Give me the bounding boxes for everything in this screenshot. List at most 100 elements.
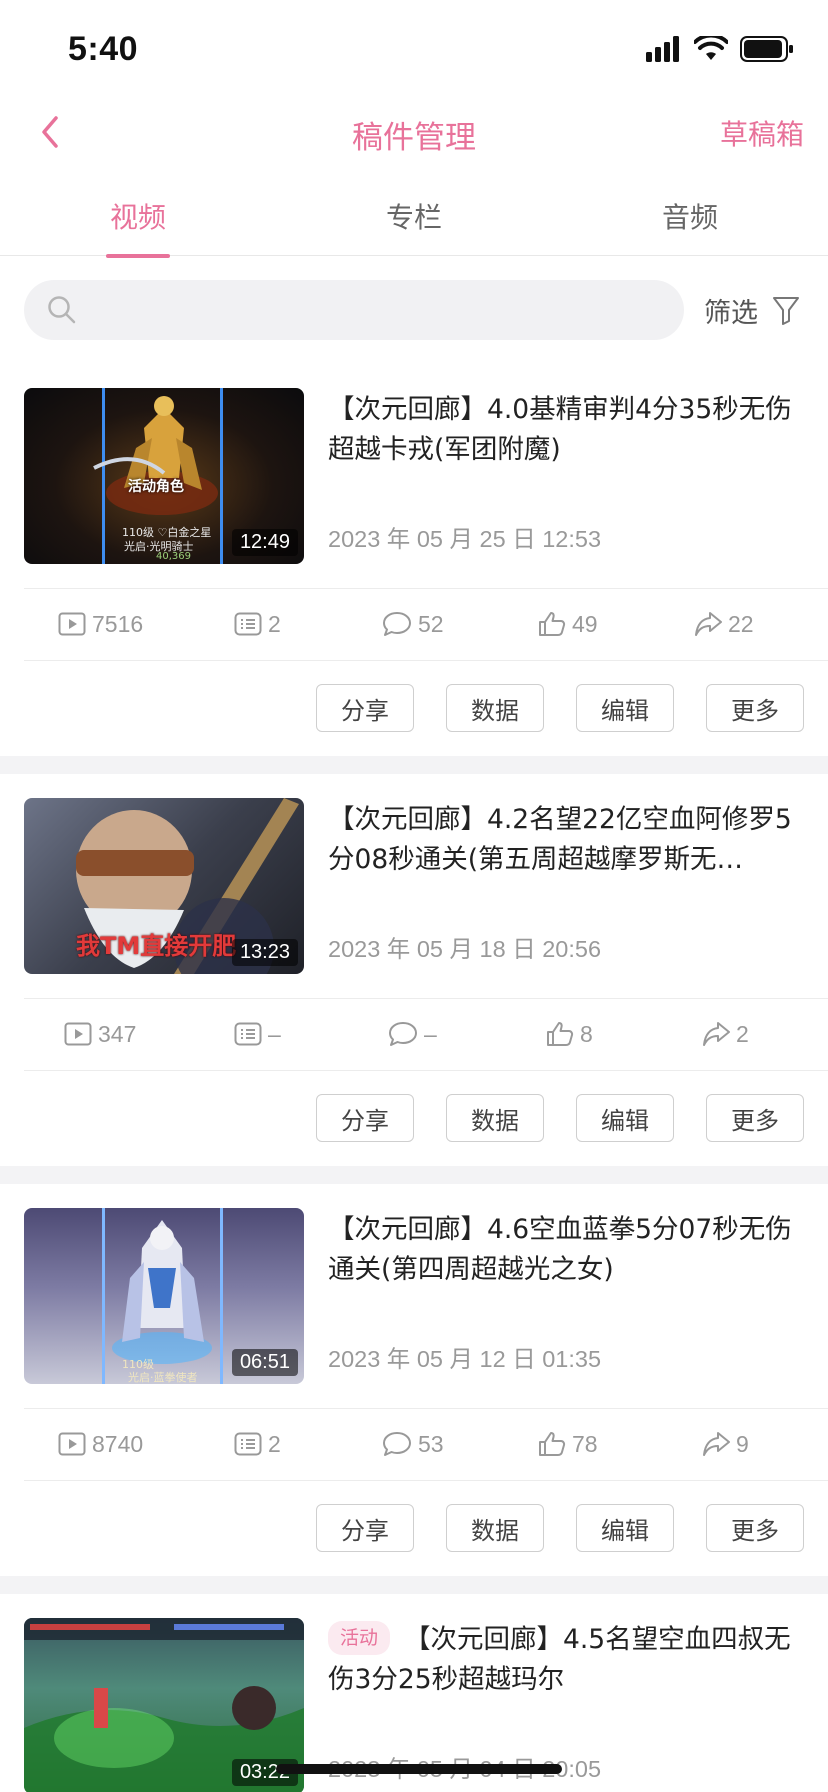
thumbs-up-icon xyxy=(539,1432,566,1456)
video-title[interactable]: 【次元回廊】4.0基精审判4分35秒无伤超越卡戎(军团附魔) xyxy=(328,390,798,470)
thumb-caption: 我TM直接开肥 xyxy=(76,932,237,960)
share-button[interactable]: 分享 xyxy=(316,1504,414,1552)
home-indicator xyxy=(276,1764,562,1774)
play-icon xyxy=(58,612,86,636)
share-icon xyxy=(695,612,722,636)
share-button[interactable]: 分享 xyxy=(316,1094,414,1142)
stat-comments: 53 xyxy=(382,1422,444,1466)
divider xyxy=(24,660,828,661)
card-separator xyxy=(0,756,828,774)
more-button[interactable]: 更多 xyxy=(706,1504,804,1552)
comment-icon xyxy=(383,612,411,636)
share-button[interactable]: 分享 xyxy=(316,684,414,732)
share-icon xyxy=(703,1432,730,1456)
video-date: 2023 年 05 月 25 日 12:53 xyxy=(328,526,602,552)
search-row: 筛选 xyxy=(0,280,828,342)
stat-comments: – xyxy=(388,1012,437,1056)
tab-label: 视频 xyxy=(109,201,166,234)
stat-danmaku: 2 xyxy=(234,1422,281,1466)
video-title[interactable]: 【次元回廊】4.6空血蓝拳5分07秒无伤通关(第四周超越光之女) xyxy=(328,1210,798,1290)
video-title[interactable]: 【次元回廊】4.2名望22亿空血阿修罗5分08秒通关(第五周超越摩罗斯无… xyxy=(328,800,798,880)
stat-shares: 9 xyxy=(702,1422,749,1466)
thumb-caption: 光启·蓝拳使者 xyxy=(128,1371,198,1384)
danmaku-icon xyxy=(234,1022,262,1046)
divider xyxy=(24,1408,828,1409)
stat-shares: 2 xyxy=(702,1012,749,1056)
video-stats: 347 – – 8 2 xyxy=(0,1012,828,1056)
search-box[interactable] xyxy=(24,280,684,340)
video-thumbnail[interactable]: 110级 光启·蓝拳使者 06:51 xyxy=(24,1208,304,1384)
comment-icon xyxy=(389,1022,417,1046)
video-card: 110级 光启·蓝拳使者 06:51 【次元回廊】4.6空血蓝拳5分07秒无伤通… xyxy=(0,1208,828,1600)
share-icon xyxy=(703,1022,730,1046)
video-duration: 06:51 xyxy=(231,1349,298,1376)
activity-tag: 活动 xyxy=(328,1621,391,1655)
video-thumbnail[interactable]: 活动角色 110级 ♡白金之星 光启·光明骑士 40,369 12:49 xyxy=(24,388,304,564)
thumb-caption: 活动角色 xyxy=(128,479,184,495)
edit-button[interactable]: 编辑 xyxy=(576,1094,674,1142)
stat-shares: 22 xyxy=(694,602,754,646)
thumbs-up-icon xyxy=(539,612,566,636)
wifi-icon xyxy=(694,36,728,60)
thumbs-up-icon xyxy=(547,1022,574,1046)
divider xyxy=(24,588,828,589)
stat-danmaku: 2 xyxy=(234,602,281,646)
danmaku-icon xyxy=(234,1432,262,1456)
search-input[interactable] xyxy=(90,280,670,340)
video-title-text: 【次元回廊】4.5名望空血四叔无伤3分25秒超越玛尔 xyxy=(328,1624,791,1695)
play-icon xyxy=(64,1022,92,1046)
tab-column[interactable]: 专栏 xyxy=(334,196,494,256)
stat-likes: 8 xyxy=(546,1012,593,1056)
data-button[interactable]: 数据 xyxy=(446,684,544,732)
video-duration: 12:49 xyxy=(231,529,298,556)
drafts-button[interactable]: 草稿箱 xyxy=(720,113,804,153)
filter-button[interactable]: 筛选 xyxy=(704,290,800,330)
thumb-caption: 40,369 xyxy=(156,551,191,562)
video-card: 我TM直接开肥 13:23 【次元回廊】4.2名望22亿空血阿修罗5分08秒通关… xyxy=(0,798,828,1190)
more-button[interactable]: 更多 xyxy=(706,1094,804,1142)
edit-button[interactable]: 编辑 xyxy=(576,684,674,732)
video-stats: 7516 2 52 49 22 xyxy=(0,602,828,646)
video-title[interactable]: 活动 【次元回廊】4.5名望空血四叔无伤3分25秒超越玛尔 xyxy=(328,1620,798,1700)
tab-label: 音频 xyxy=(661,201,718,234)
stat-views: 7516 xyxy=(58,602,143,646)
video-title-text: 【次元回廊】4.0基精审判4分35秒无伤超越卡戎(军团附魔) xyxy=(328,394,792,465)
video-stats: 8740 2 53 78 9 xyxy=(0,1422,828,1466)
card-separator xyxy=(0,1166,828,1184)
edit-button[interactable]: 编辑 xyxy=(576,1504,674,1552)
data-button[interactable]: 数据 xyxy=(446,1094,544,1142)
stat-likes: 49 xyxy=(538,602,598,646)
page-title: 稿件管理 xyxy=(352,120,476,156)
video-thumbnail[interactable]: 我TM直接开肥 13:23 xyxy=(24,798,304,974)
play-icon xyxy=(58,1432,86,1456)
tab-label: 专栏 xyxy=(385,201,442,234)
video-title-text: 【次元回廊】4.2名望22亿空血阿修罗5分08秒通关(第五周超越摩罗斯无… xyxy=(328,804,792,875)
tab-video[interactable]: 视频 xyxy=(58,196,218,258)
video-title-text: 【次元回廊】4.6空血蓝拳5分07秒无伤通关(第四周超越光之女) xyxy=(328,1214,792,1285)
search-icon xyxy=(48,296,76,324)
stat-views: 8740 xyxy=(58,1422,143,1466)
filter-icon xyxy=(773,297,799,325)
tab-audio[interactable]: 音频 xyxy=(610,196,770,256)
divider xyxy=(24,1070,828,1071)
divider xyxy=(24,998,828,999)
nav-bar: 稿件管理 草稿箱 xyxy=(0,96,828,170)
tab-active-indicator xyxy=(106,254,170,258)
battery-icon xyxy=(740,36,793,62)
video-card: 活动角色 110级 ♡白金之星 光启·光明骑士 40,369 12:49 【次元… xyxy=(0,388,828,780)
danmaku-icon xyxy=(234,612,262,636)
comment-icon xyxy=(383,1432,411,1456)
stat-likes: 78 xyxy=(538,1422,598,1466)
stat-comments: 52 xyxy=(382,602,444,646)
video-thumbnail[interactable]: 03:22 xyxy=(24,1618,304,1792)
status-time: 5:40 xyxy=(68,30,139,68)
video-duration: 13:23 xyxy=(231,939,298,966)
more-button[interactable]: 更多 xyxy=(706,684,804,732)
card-separator xyxy=(0,1576,828,1594)
data-button[interactable]: 数据 xyxy=(446,1504,544,1552)
signal-icon xyxy=(646,36,679,62)
divider xyxy=(24,1480,828,1481)
stat-danmaku: – xyxy=(234,1012,281,1056)
card-actions: 分享 数据 编辑 更多 xyxy=(316,684,804,732)
tab-bar: 视频 专栏 音频 xyxy=(0,180,828,258)
